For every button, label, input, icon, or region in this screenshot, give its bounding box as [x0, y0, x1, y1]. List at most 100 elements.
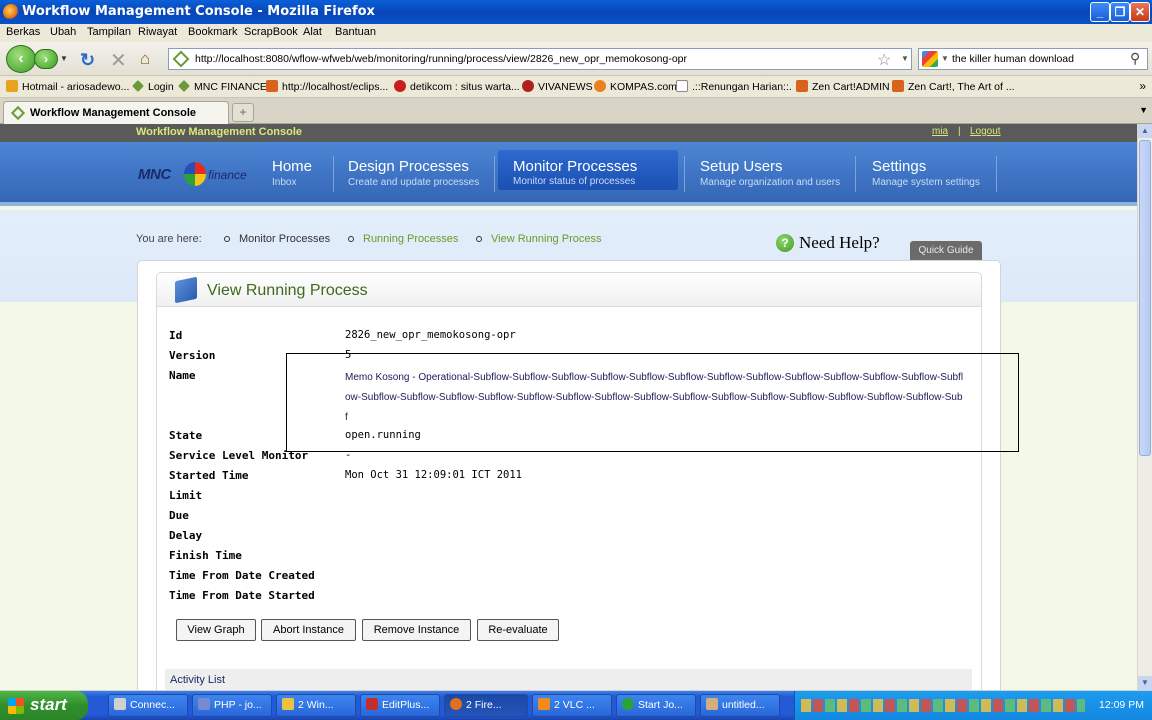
vertical-scrollbar[interactable]: ▲ ▼: [1137, 124, 1152, 690]
detik-icon: [394, 80, 406, 92]
re-evaluate-button[interactable]: Re-evaluate: [477, 619, 559, 641]
address-bar[interactable]: http://localhost:8080/wflow-wfweb/web/mo…: [168, 48, 912, 70]
nav-setup-users[interactable]: Setup Users Manage organization and user…: [700, 142, 850, 206]
help-label: Need Help?: [799, 233, 880, 252]
search-bar[interactable]: ▼ the killer human download ⚲: [918, 48, 1148, 70]
bookmark-item[interactable]: Hotmail - ariosadewo...: [6, 80, 129, 93]
app-name: Workflow Management Console: [136, 126, 303, 138]
bookmark-item[interactable]: KOMPAS.com: [594, 80, 677, 93]
menu-ubah[interactable]: Ubah: [50, 26, 76, 38]
back-arrow-icon[interactable]: ‹: [6, 45, 36, 73]
menu-berkas[interactable]: Berkas: [6, 26, 40, 38]
tab-list-dropdown-icon[interactable]: ▼: [1139, 105, 1148, 115]
home-icon[interactable]: ⌂: [140, 49, 150, 69]
nav-label: Monitor Processes: [513, 158, 638, 175]
taskbar-button-firefox[interactable]: 2 Fire...: [444, 694, 528, 717]
maximize-button[interactable]: ❐: [1110, 2, 1130, 22]
bullet-icon: [224, 236, 230, 242]
nav-settings[interactable]: Settings Manage system settings: [872, 142, 992, 206]
user-link[interactable]: mia: [932, 126, 948, 137]
app-top-strip: Workflow Management Console mia | Logout: [0, 124, 1137, 142]
hotmail-icon: [6, 80, 18, 92]
taskbar-button[interactable]: untitled...: [700, 694, 780, 717]
detail-key: State: [169, 429, 203, 442]
chevron-right-icon[interactable]: »: [1139, 79, 1146, 93]
logo-swirl-icon: [184, 162, 206, 186]
paint-icon: [706, 698, 718, 710]
bookmark-item[interactable]: MNC FINANCE: [178, 80, 267, 93]
bookmark-item[interactable]: Login: [132, 80, 174, 93]
zencart-icon: [892, 80, 904, 92]
close-button[interactable]: ✕: [1130, 2, 1150, 22]
window-title: Workflow Management Console - Mozilla Fi…: [22, 4, 375, 19]
windows-taskbar: start Connec... PHP - jo... 2 Win... Edi…: [0, 691, 1152, 720]
scroll-down-icon[interactable]: ▼: [1138, 676, 1152, 690]
forward-arrow-icon[interactable]: ›: [34, 49, 58, 69]
bookmark-star-icon[interactable]: ☆: [877, 50, 891, 70]
taskbar-button[interactable]: 2 VLC ...: [532, 694, 612, 717]
bookmark-item[interactable]: Zen Cart!, The Art of ...: [892, 80, 1015, 93]
detail-value: Mon Oct 31 12:09:01 ICT 2011: [345, 469, 523, 481]
box-header: View Running Process: [157, 273, 981, 307]
history-dropdown-icon[interactable]: ▼: [60, 54, 68, 63]
breadcrumb-view-running-process: View Running Process: [491, 233, 602, 245]
view-graph-button[interactable]: View Graph: [176, 619, 256, 641]
tab-bar: Workflow Management Console + ▼: [0, 98, 1152, 124]
detail-key: Version: [169, 349, 216, 362]
menu-scrapbook[interactable]: ScrapBook: [244, 26, 298, 38]
zencart-icon: [796, 80, 808, 92]
bookmark-item[interactable]: .::Renungan Harian::.: [676, 80, 792, 93]
abort-instance-button[interactable]: Abort Instance: [261, 619, 356, 641]
taskbar-button[interactable]: Connec...: [108, 694, 188, 717]
quick-guide-button[interactable]: Quick Guide: [910, 241, 982, 261]
bookmarks-toolbar: Hotmail - ariosadewo... Login MNC FINANC…: [0, 76, 1152, 98]
menu-bookmark[interactable]: Bookmark: [188, 26, 238, 38]
detail-key: Due: [169, 509, 189, 522]
taskbar-button[interactable]: Start Jo...: [616, 694, 696, 717]
detail-key: Id: [169, 329, 183, 342]
bookmark-item[interactable]: detikcom : situs warta...: [394, 80, 520, 93]
detail-key: Finish Time: [169, 549, 242, 562]
reload-icon[interactable]: ↻: [80, 50, 95, 71]
stop-icon[interactable]: ✕: [110, 48, 127, 73]
menu-bantuan[interactable]: Bantuan: [335, 26, 376, 38]
search-magnifier-icon[interactable]: ⚲: [1130, 50, 1140, 67]
url-dropdown-icon[interactable]: ▼: [901, 54, 909, 63]
bookmark-item[interactable]: Zen Cart!ADMIN: [796, 80, 890, 93]
scroll-up-icon[interactable]: ▲: [1138, 124, 1152, 138]
logout-link[interactable]: Logout: [970, 126, 1001, 137]
detail-key: Started Time: [169, 469, 249, 482]
tab-workflow-console[interactable]: Workflow Management Console: [3, 101, 229, 124]
search-engine-dropdown-icon[interactable]: ▼: [941, 54, 949, 63]
logo-text-right: finance: [208, 168, 247, 182]
breadcrumb-running-processes[interactable]: Running Processes: [363, 233, 458, 245]
search-input[interactable]: the killer human download: [952, 53, 1074, 65]
taskbar-button[interactable]: EditPlus...: [360, 694, 440, 717]
minimize-button[interactable]: _: [1090, 2, 1110, 22]
bookmark-item[interactable]: http://localhost/eclips...: [266, 80, 388, 93]
activity-list-title: Activity List: [170, 674, 226, 686]
editplus-icon: [366, 698, 378, 710]
scrollbar-thumb[interactable]: [1139, 140, 1151, 456]
bookmark-item[interactable]: VIVANEWS: [522, 80, 593, 93]
url-text[interactable]: http://localhost:8080/wflow-wfweb/web/mo…: [195, 53, 687, 65]
remove-instance-button[interactable]: Remove Instance: [362, 619, 471, 641]
breadcrumb-monitor-processes[interactable]: Monitor Processes: [239, 233, 330, 245]
start-button[interactable]: start: [0, 691, 88, 720]
menu-alat[interactable]: Alat: [303, 26, 322, 38]
menu-tampilan[interactable]: Tampilan: [87, 26, 131, 38]
taskbar-button[interactable]: 2 Win...: [276, 694, 356, 717]
detail-key: Limit: [169, 489, 203, 502]
google-search-engine-icon[interactable]: [922, 51, 938, 67]
nav-monitor-processes[interactable]: Monitor Processes Monitor status of proc…: [498, 150, 678, 190]
nav-design-processes[interactable]: Design Processes Create and update proce…: [348, 142, 488, 206]
tray-icons[interactable]: [801, 699, 1085, 712]
page-icon: [676, 80, 688, 92]
new-tab-button[interactable]: +: [232, 103, 254, 122]
window-titlebar[interactable]: Workflow Management Console - Mozilla Fi…: [0, 0, 1152, 24]
menu-bar: Berkas Ubah Tampilan Riwayat Bookmark Sc…: [0, 24, 1152, 42]
menu-riwayat[interactable]: Riwayat: [138, 26, 177, 38]
taskbar-button[interactable]: PHP - jo...: [192, 694, 272, 717]
system-tray: 12:09 PM: [794, 691, 1152, 720]
nav-home[interactable]: Home Inbox: [272, 142, 338, 206]
